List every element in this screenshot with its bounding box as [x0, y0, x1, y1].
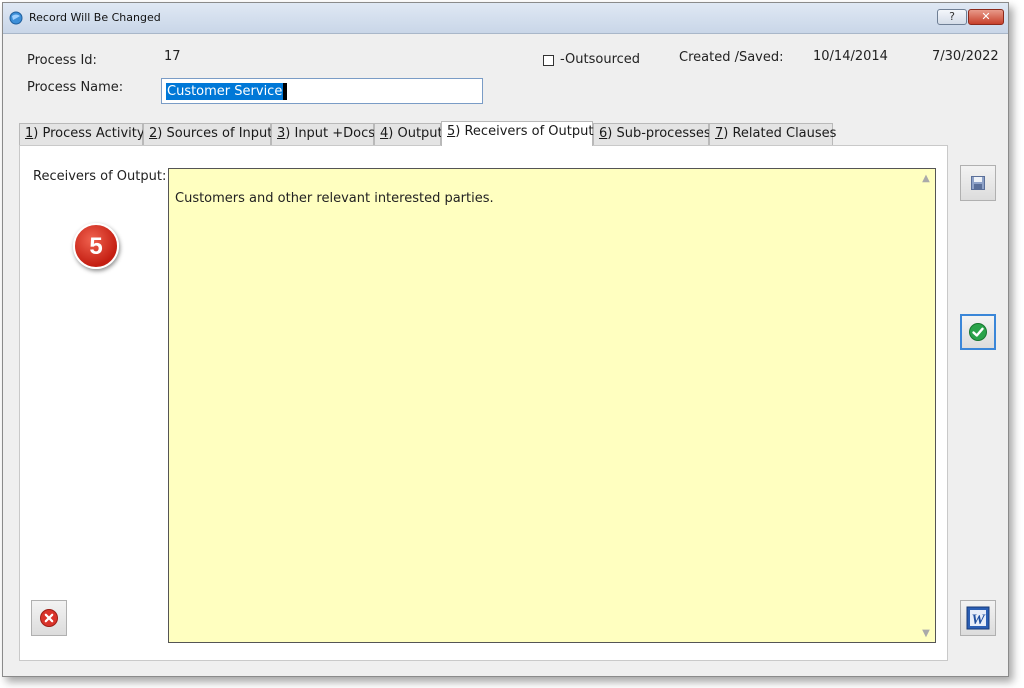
cancel-button[interactable] — [31, 600, 67, 636]
outsourced-checkbox[interactable] — [543, 55, 554, 66]
tab-process-activity[interactable]: 1) Process Activity — [19, 123, 145, 145]
process-id-value: 17 — [164, 49, 181, 64]
memo-text: Customers and other relevant interested … — [175, 191, 494, 206]
tab-sub-processes[interactable]: 6) Sub-processes — [593, 123, 711, 145]
tab-receivers-of-output[interactable]: 5) Receivers of Output — [441, 121, 593, 146]
process-name-selected-text: Customer Service — [166, 83, 284, 100]
tab-sources-of-input[interactable]: 2) Sources of Input — [143, 123, 272, 145]
title-bar: Record Will Be Changed ? ✕ — [3, 3, 1008, 34]
dialog-window: Record Will Be Changed ? ✕ Process Id: 1… — [2, 2, 1009, 677]
green-checkmark-icon — [969, 323, 987, 341]
help-button[interactable]: ? — [937, 9, 967, 25]
svg-text:W: W — [971, 612, 986, 628]
created-saved-label: Created /Saved: — [679, 50, 784, 65]
tab-output[interactable]: 4) Output — [374, 123, 443, 145]
created-date: 10/14/2014 — [813, 49, 888, 64]
process-id-label: Process Id: — [27, 53, 97, 68]
window-title: Record Will Be Changed — [29, 11, 161, 24]
scroll-down-arrow-icon[interactable]: ▼ — [920, 628, 932, 640]
red-x-icon — [40, 609, 58, 627]
confirm-button[interactable] — [960, 314, 996, 350]
tab-input-docs[interactable]: 3) Input +Docs — [271, 123, 375, 145]
export-to-word-button[interactable]: W — [960, 600, 996, 636]
process-name-label: Process Name: — [27, 80, 124, 95]
process-name-input[interactable]: Customer Service — [161, 78, 483, 104]
save-button[interactable] — [960, 165, 996, 201]
step-number-badge: 5 — [73, 223, 119, 269]
close-button[interactable]: ✕ — [968, 9, 1004, 25]
scroll-up-arrow-icon[interactable]: ▲ — [920, 173, 932, 185]
text-caret — [283, 83, 287, 100]
receivers-of-output-label: Receivers of Output: — [33, 169, 167, 184]
outsourced-label: -Outsourced — [560, 52, 641, 67]
app-globe-icon — [9, 11, 23, 25]
floppy-disk-icon — [971, 176, 985, 190]
receivers-of-output-textarea[interactable]: Customers and other relevant interested … — [168, 168, 936, 643]
word-document-icon: W — [966, 606, 990, 630]
saved-date: 7/30/2022 — [932, 49, 999, 64]
tab-related-clauses[interactable]: 7) Related Clauses — [709, 123, 836, 145]
